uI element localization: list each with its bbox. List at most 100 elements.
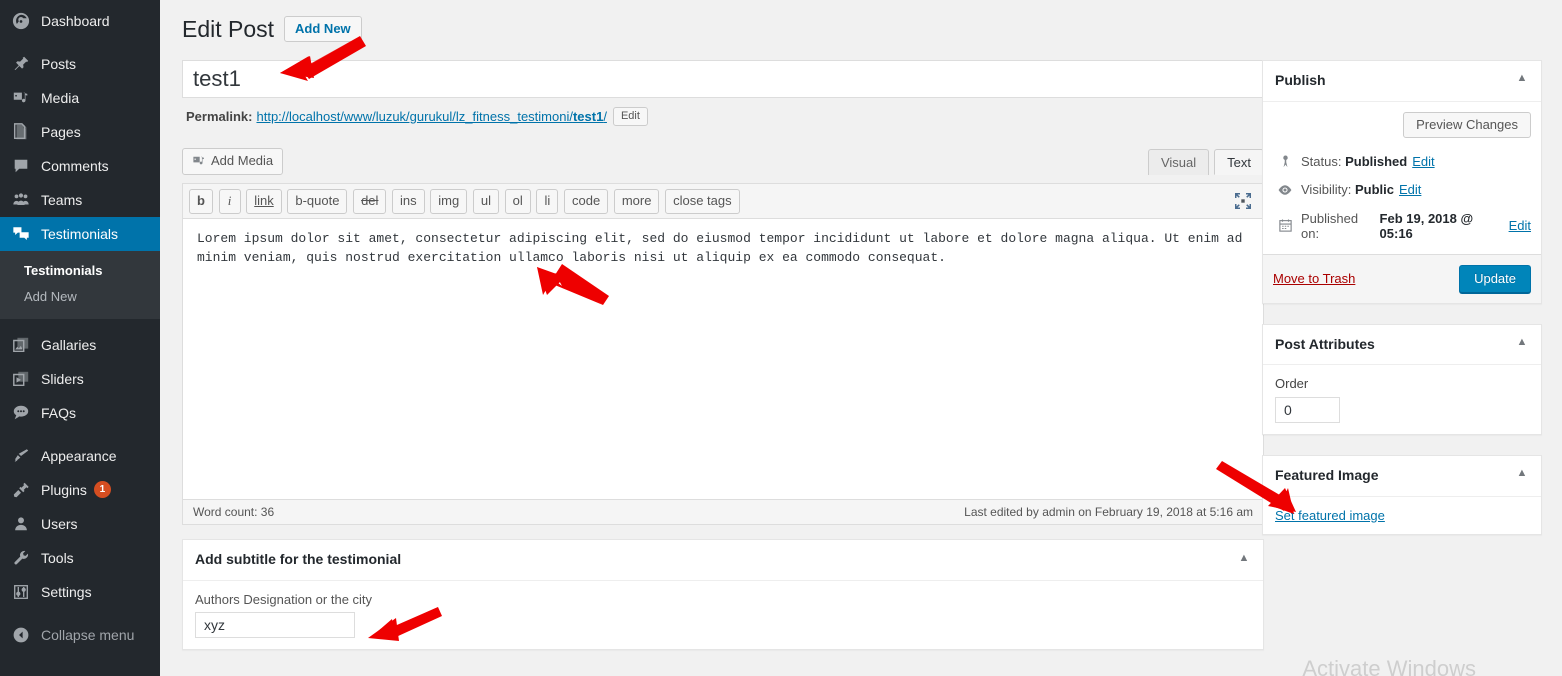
chevron-up-icon[interactable]: ▲	[1507, 65, 1537, 93]
quicktag-italic[interactable]: i	[218, 189, 241, 215]
menu-order-input[interactable]	[1275, 397, 1340, 424]
sidebar-item-media[interactable]: Media	[0, 81, 160, 115]
subtitle-metabox: Add subtitle for the testimonial ▲ Autho…	[182, 539, 1264, 650]
chevron-up-icon[interactable]: ▲	[1507, 460, 1537, 488]
sidebar-item-dashboard[interactable]: Dashboard	[0, 4, 160, 38]
sidebar-item-label: Dashboard	[41, 13, 110, 29]
quicktag-ins[interactable]: ins	[392, 189, 425, 215]
fullscreen-icon[interactable]	[1233, 191, 1253, 211]
quicktag-ul[interactable]: ul	[472, 189, 499, 215]
featured-image-metabox: Featured Image ▲ Set featured image	[1262, 455, 1542, 535]
status-value: Published	[1345, 153, 1408, 169]
sidebar-item-testimonials[interactable]: Testimonials	[0, 217, 160, 251]
quicktag-li[interactable]: li	[536, 189, 559, 215]
testimonials-submenu: Testimonials Add New	[0, 251, 160, 319]
quicktags-toolbar: b i link b-quote del ins img ul ol li co	[183, 184, 1263, 220]
post-title-input[interactable]	[182, 60, 1264, 98]
sidebar-item-plugins[interactable]: Plugins 1	[0, 473, 160, 507]
post-sidebar-column: Publish ▲ Preview Changes Status: Publis…	[1262, 60, 1542, 555]
menu-separator	[0, 319, 160, 328]
page-header: Edit Post Add New	[182, 10, 1542, 48]
publish-metabox-title[interactable]: Publish ▲	[1263, 61, 1541, 102]
submenu-item-add-new[interactable]: Add New	[0, 284, 160, 310]
quicktag-link[interactable]: link	[246, 189, 282, 215]
permalink-prefix: http://localhost/www/luzuk/gurukul/lz_fi…	[256, 109, 573, 124]
page-title: Edit Post	[182, 15, 275, 42]
sidebar-item-pages[interactable]: Pages	[0, 115, 160, 149]
quicktag-more[interactable]: more	[613, 189, 660, 215]
collapse-icon	[11, 625, 31, 645]
post-attributes-title[interactable]: Post Attributes ▲	[1263, 325, 1541, 366]
post-status-row: Status: Published Edit	[1273, 148, 1531, 176]
permalink-slug: test1	[572, 109, 604, 124]
quicktag-bold[interactable]: b	[189, 189, 213, 215]
add-media-button[interactable]: Add Media	[182, 148, 284, 176]
quicktag-ol[interactable]: ol	[504, 189, 531, 215]
sidebar-item-posts[interactable]: Posts	[0, 47, 160, 81]
chevron-up-icon[interactable]: ▲	[1229, 544, 1259, 572]
add-media-label: Add Media	[211, 153, 274, 168]
chevron-up-icon[interactable]: ▲	[1507, 329, 1537, 357]
sidebar-item-collapse-menu[interactable]: Collapse menu	[0, 618, 160, 652]
misc-publishing-actions: Status: Published Edit Visibility: Publi…	[1273, 148, 1531, 254]
sidebar-item-comments[interactable]: Comments	[0, 149, 160, 183]
quicktag-bquote[interactable]: b-quote	[287, 189, 348, 215]
tab-visual[interactable]: Visual	[1147, 149, 1210, 175]
media-icon	[192, 154, 206, 168]
media-icon	[11, 88, 31, 108]
dashboard-icon	[11, 11, 31, 31]
preview-changes-button[interactable]: Preview Changes	[1403, 111, 1531, 138]
sidebar-item-label: FAQs	[41, 404, 77, 421]
update-button[interactable]: Update	[1459, 264, 1531, 293]
appearance-icon	[11, 446, 31, 466]
post-attributes-metabox: Post Attributes ▲ Order	[1262, 323, 1542, 436]
sidebar-item-tools[interactable]: Tools	[0, 541, 160, 575]
sidebar-item-teams[interactable]: Teams	[0, 183, 160, 217]
move-to-trash-link[interactable]: Move to Trash	[1273, 271, 1355, 286]
menu-separator	[0, 38, 160, 47]
post-attributes-body: Order	[1263, 365, 1541, 434]
published-label: Published on:	[1301, 210, 1359, 241]
sidebar-item-sliders[interactable]: Sliders	[0, 362, 160, 396]
sidebar-item-settings[interactable]: Settings	[0, 575, 160, 609]
main-content-area: Edit Post Add New Permalink: http://loca…	[160, 0, 1562, 676]
pin-icon	[11, 54, 31, 74]
quicktag-del[interactable]: del	[353, 189, 387, 215]
permalink-link[interactable]: http://localhost/www/luzuk/gurukul/lz_fi…	[256, 109, 606, 124]
set-featured-image-link[interactable]: Set featured image	[1275, 508, 1385, 523]
admin-sidebar-menu: Dashboard Posts Media Pages Comments Tea…	[0, 0, 160, 676]
sidebar-item-appearance[interactable]: Appearance	[0, 439, 160, 473]
quicktag-close-tags[interactable]: close tags	[665, 189, 740, 215]
activate-windows-watermark: Activate Windows	[1302, 656, 1476, 676]
post-content-textarea[interactable]: Lorem ipsum dolor sit amet, consectetur …	[183, 219, 1263, 500]
last-edited: Last edited by admin on February 19, 201…	[964, 505, 1253, 520]
visibility-label: Visibility:	[1301, 182, 1352, 198]
menu-separator	[0, 609, 160, 618]
sidebar-item-users[interactable]: Users	[0, 507, 160, 541]
quicktag-code[interactable]: code	[564, 189, 609, 215]
add-new-button[interactable]: Add New	[284, 15, 362, 43]
edit-visibility-link[interactable]: Edit	[1399, 182, 1421, 197]
quicktag-img[interactable]: img	[430, 189, 468, 215]
plugins-update-badge: 1	[93, 481, 111, 499]
sidebar-item-label: Appearance	[41, 447, 117, 464]
sidebar-item-faqs[interactable]: FAQs	[0, 396, 160, 430]
status-label: Status:	[1301, 153, 1342, 169]
sidebar-item-label: Sliders	[41, 370, 84, 387]
edit-published-link[interactable]: Edit	[1509, 218, 1531, 233]
menu-separator	[0, 430, 160, 439]
edit-permalink-button[interactable]: Edit	[612, 107, 648, 126]
comments-icon	[11, 156, 31, 176]
edit-status-link[interactable]: Edit	[1412, 154, 1434, 169]
subtitle-input[interactable]	[195, 611, 355, 638]
gallery-icon	[11, 335, 31, 355]
tab-text[interactable]: Text	[1214, 149, 1264, 175]
sidebar-item-gallaries[interactable]: Gallaries	[0, 328, 160, 362]
submenu-item-testimonials[interactable]: Testimonials	[0, 258, 160, 284]
visibility-value: Public	[1354, 182, 1394, 198]
sidebar-item-label: Gallaries	[41, 336, 97, 353]
publish-metabox-body: Preview Changes Status: Published Edit V…	[1263, 102, 1541, 303]
featured-image-title-text: Featured Image	[1275, 467, 1379, 484]
subtitle-metabox-title[interactable]: Add subtitle for the testimonial ▲	[183, 540, 1263, 581]
featured-image-title[interactable]: Featured Image ▲	[1263, 456, 1541, 497]
